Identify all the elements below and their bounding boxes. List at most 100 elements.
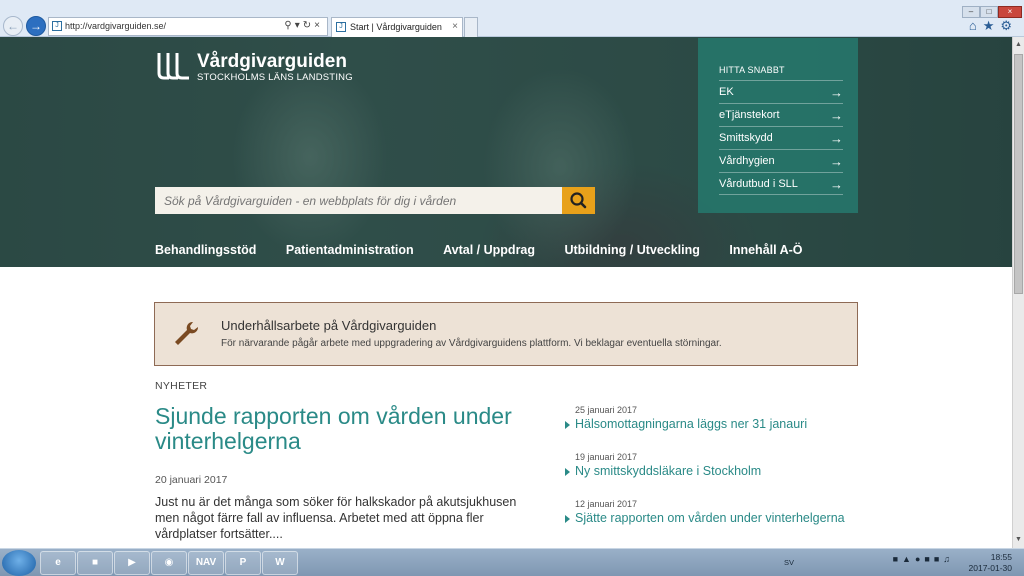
windows-taskbar: e ■ ▶ ◉ NAV P W SV ■▲●■■♫ 18:55 2017-01-… xyxy=(0,548,1024,576)
news-link[interactable]: Ny smittskyddsläkare i Stockholm xyxy=(575,464,761,478)
news-list-item: 25 januari 2017 Hälsomottagningarna lägg… xyxy=(565,404,865,451)
media-player-icon[interactable]: ▶ xyxy=(114,551,150,575)
word-icon[interactable]: W xyxy=(262,551,298,575)
news-date: 25 januari 2017 xyxy=(575,405,638,415)
news-link[interactable]: Sjätte rapporten om vården under vinterh… xyxy=(575,511,845,525)
arrow-right-icon: → xyxy=(830,85,843,100)
lead-news-date: 20 januari 2017 xyxy=(155,474,228,486)
address-bar[interactable]: J http://vardgivarguiden.se/ ⚲▾↻× xyxy=(48,17,328,36)
volume-icon[interactable]: ♫ xyxy=(943,554,954,564)
notice-text: För närvarande pågår arbete med uppgrade… xyxy=(221,338,722,349)
main-navigation: Behandlingsstöd Patientadministration Av… xyxy=(155,241,828,261)
news-list-item: 19 januari 2017 Ny smittskyddsläkare i S… xyxy=(565,451,865,498)
news-list: 25 januari 2017 Hälsomottagningarna lägg… xyxy=(565,404,865,545)
internet-explorer-icon[interactable]: e xyxy=(40,551,76,575)
quick-links-title: HITTA SNABBT xyxy=(719,65,785,75)
search-icon xyxy=(570,192,587,209)
lead-news-text: Just nu är det många som söker för halks… xyxy=(155,495,517,541)
quick-link-smittskydd[interactable]: Smittskydd → xyxy=(719,126,843,149)
window-close-button[interactable]: × xyxy=(998,6,1022,18)
hero-banner: Vårdgivarguiden STOCKHOLMS LÄNS LANDSTIN… xyxy=(0,37,1012,267)
file-explorer-icon[interactable]: ■ xyxy=(77,551,113,575)
refresh-icon[interactable]: ↻ xyxy=(303,20,314,31)
window-controls: – □ × xyxy=(962,1,1022,18)
browser-tab[interactable]: J Start | Vårdgivarguiden × xyxy=(331,17,463,37)
address-bar-icons: ⚲▾↻× xyxy=(284,20,323,31)
site-logo[interactable]: Vårdgivarguiden STOCKHOLMS LÄNS LANDSTIN… xyxy=(155,51,355,91)
news-section-label: NYHETER xyxy=(155,380,208,392)
clock-time: 18:55 xyxy=(990,552,1012,562)
quick-link-ek[interactable]: EK → xyxy=(719,80,843,103)
lead-news-headline[interactable]: Sjunde rapporten om vården under vinterh… xyxy=(155,404,525,454)
quick-links-list: EK → eTjänstekort → Smittskydd → Vårdhygien… xyxy=(719,80,843,195)
scroll-up-icon[interactable]: ▲ xyxy=(1013,39,1024,51)
quick-link-label: eTjänstekort xyxy=(719,109,780,121)
dropdown-icon[interactable]: ▾ xyxy=(295,20,303,31)
tray-icon[interactable]: ▲ xyxy=(902,554,915,564)
notice-title: Underhållsarbete på Vårdgivarguiden xyxy=(221,318,437,333)
nav-app-icon[interactable]: NAV xyxy=(188,551,224,575)
minimize-button[interactable]: – xyxy=(962,6,980,18)
maximize-button[interactable]: □ xyxy=(980,6,998,18)
news-list-item: 12 januari 2017 Sjätte rapporten om vård… xyxy=(565,498,865,545)
nav-utbildning-utveckling[interactable]: Utbildning / Utveckling xyxy=(564,243,699,257)
tray-icon[interactable]: ■ xyxy=(934,554,943,564)
quick-link-vardutbud[interactable]: Vårdutbud i SLL → xyxy=(719,172,843,195)
quick-link-label: Smittskydd xyxy=(719,132,773,144)
tray-icon[interactable]: ● xyxy=(915,554,924,564)
forward-button[interactable]: → xyxy=(26,16,46,36)
page-scrollbar[interactable]: ▲ ▼ xyxy=(1012,37,1024,548)
tab-close-icon[interactable]: × xyxy=(452,21,458,32)
tray-icon[interactable]: ■ xyxy=(893,554,902,564)
news-link[interactable]: Hälsomottagningarna läggs ner 31 janauri xyxy=(575,417,807,431)
sll-logo-icon xyxy=(157,53,189,80)
maintenance-notice: Underhållsarbete på Vårdgivarguiden För … xyxy=(154,302,858,366)
site-favicon-icon: J xyxy=(52,21,62,31)
scroll-down-icon[interactable]: ▼ xyxy=(1013,534,1024,546)
quick-link-vardhygien[interactable]: Vårdhygien → xyxy=(719,149,843,172)
quick-link-label: EK xyxy=(719,86,734,98)
language-indicator[interactable]: SV xyxy=(784,558,794,567)
system-clock[interactable]: 18:55 2017-01-30 xyxy=(969,552,1012,574)
system-tray: ■▲●■■♫ xyxy=(893,554,954,564)
powerpoint-icon[interactable]: P xyxy=(225,551,261,575)
chrome-icon[interactable]: ◉ xyxy=(151,551,187,575)
nav-avtal-uppdrag[interactable]: Avtal / Uppdrag xyxy=(443,243,535,257)
clock-date: 2017-01-30 xyxy=(968,563,1012,573)
quick-links-panel: HITTA SNABBT EK → eTjänstekort → Smittskyd… xyxy=(698,38,858,213)
new-tab-button[interactable] xyxy=(464,17,478,37)
tab-favicon-icon: J xyxy=(336,22,346,32)
nav-patientadministration[interactable]: Patientadministration xyxy=(286,243,414,257)
search-icon[interactable]: ⚲ xyxy=(284,20,294,31)
tray-icon[interactable]: ■ xyxy=(924,554,933,564)
favorites-star-icon[interactable]: ★ xyxy=(983,18,1001,33)
triangle-right-icon xyxy=(565,421,570,429)
logo-name: Vårdgivarguiden xyxy=(197,51,347,72)
search-button[interactable] xyxy=(562,187,595,214)
logo-subtitle: STOCKHOLMS LÄNS LANDSTING xyxy=(197,72,353,83)
arrow-right-icon: → xyxy=(830,108,843,123)
nav-behandlingsstod[interactable]: Behandlingsstöd xyxy=(155,243,256,257)
home-icon[interactable]: ⌂ xyxy=(969,18,983,33)
address-url: http://vardgivarguiden.se/ xyxy=(65,21,167,31)
browser-tools: ⌂★⚙ xyxy=(969,18,1018,34)
settings-gear-icon[interactable]: ⚙ xyxy=(1000,18,1018,33)
scrollbar-thumb[interactable] xyxy=(1014,54,1023,294)
nav-innehall-a-o[interactable]: Innehåll A-Ö xyxy=(729,243,802,257)
triangle-right-icon xyxy=(565,515,570,523)
start-button[interactable] xyxy=(2,550,36,576)
hero-photo-overlay xyxy=(0,37,1012,267)
browser-chrome: ← → J http://vardgivarguiden.se/ ⚲▾↻× J … xyxy=(0,0,1024,37)
news-date: 19 januari 2017 xyxy=(575,452,638,462)
quick-link-label: Vårdutbud i SLL xyxy=(719,178,798,190)
site-search xyxy=(155,187,595,214)
news-date: 12 januari 2017 xyxy=(575,499,638,509)
back-button[interactable]: ← xyxy=(3,16,23,36)
close-icon[interactable]: × xyxy=(314,20,323,31)
search-input[interactable] xyxy=(155,187,562,214)
quick-link-label: Vårdhygien xyxy=(719,155,775,167)
arrow-right-icon: → xyxy=(830,154,843,169)
tab-title: Start | Vårdgivarguiden xyxy=(350,22,442,32)
quick-link-etjanstekort[interactable]: eTjänstekort → xyxy=(719,103,843,126)
triangle-right-icon xyxy=(565,468,570,476)
